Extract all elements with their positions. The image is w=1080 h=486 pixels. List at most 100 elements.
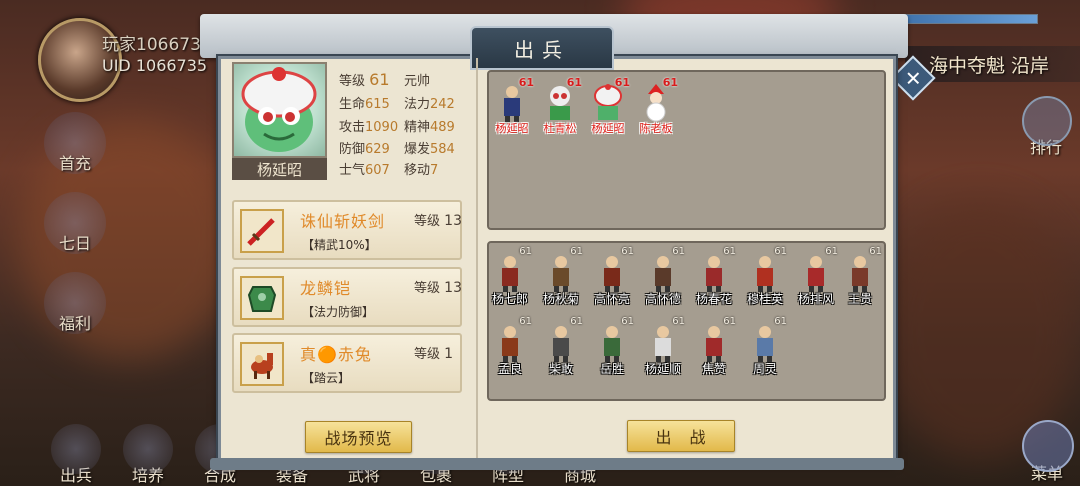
stat-spirit: 精神489: [404, 116, 455, 135]
equipment-weapon-card[interactable]: 诛仙斩妖剑 等级 13 【精武10%】: [232, 200, 462, 260]
reserve-unit[interactable]: 61 高怀德: [641, 246, 685, 306]
deploy-battle-button[interactable]: 出 战: [627, 420, 735, 452]
stat-value: 7: [430, 163, 439, 178]
equipment-armor-card[interactable]: 龙鳞铠 等级 13 【法力防御】: [232, 267, 462, 327]
stat-mana: 法力242: [404, 93, 455, 112]
battlefield-preview-button[interactable]: 战场预览: [305, 421, 412, 453]
unit-level: 61: [723, 316, 736, 327]
player-uid: UID 1066735: [102, 56, 208, 75]
unit-level: 61: [672, 316, 685, 327]
equipment-name: 真🟠赤兔: [300, 345, 372, 364]
stat-defense: 防御629: [339, 138, 390, 157]
bottom-menu-deploy[interactable]: 出兵: [44, 424, 108, 486]
welfare-label: 福利: [58, 314, 91, 333]
general-sprite: [655, 326, 671, 362]
unit-level: 61: [518, 76, 534, 89]
unit-level: 61: [774, 246, 787, 257]
equipment-level-label: 等级: [414, 347, 441, 362]
welfare-button[interactable]: 福利: [44, 272, 106, 334]
reserve-unit[interactable]: 61 杨七郎: [488, 246, 532, 306]
general-sprite: [757, 256, 773, 292]
seven-day-button[interactable]: 七日: [44, 192, 106, 254]
equipment-level: 等级 1: [414, 343, 453, 362]
general-sprite: [553, 326, 569, 362]
equipment-attribute: 【法力防御】: [302, 305, 375, 319]
general-sprite: [502, 326, 518, 362]
equipment-attribute: 【精武10%】: [302, 238, 377, 252]
stat-value: 242: [430, 97, 455, 112]
unit-level: 61: [672, 246, 685, 257]
reserve-unit[interactable]: 61 王贵: [838, 246, 882, 306]
reserve-unit[interactable]: 61 岳胜: [590, 316, 634, 376]
equipment-name: 龙鳞铠: [300, 279, 352, 298]
unit-name: 周灵: [752, 362, 777, 376]
energy-bar: [888, 14, 1038, 24]
hero-portrait[interactable]: [232, 62, 327, 158]
horse-icon: [240, 342, 284, 386]
stat-label: 生命: [339, 97, 366, 112]
close-icon: ✕: [904, 65, 922, 90]
general-sprite: [594, 84, 622, 120]
equipment-level: 等级 13: [414, 210, 462, 229]
stat-morale: 士气607: [339, 159, 390, 178]
unit-level: 61: [774, 316, 787, 327]
energy-bar-fill: [889, 15, 1037, 23]
hero-level-row: 等级 61: [339, 70, 390, 89]
seven-day-label: 七日: [58, 234, 91, 253]
unit-level: 61: [614, 76, 630, 89]
hero-rank: 元帅: [404, 74, 431, 89]
equipment-level-value: 1: [444, 346, 454, 362]
bottom-menu-cultivate[interactable]: 培养: [116, 424, 180, 486]
panel-base: [210, 458, 904, 470]
general-sprite: [706, 256, 722, 292]
stat-value: 584: [430, 142, 455, 157]
stat-value: 629: [365, 142, 390, 157]
unit-level: 61: [570, 246, 583, 257]
panel-title: 出兵: [470, 26, 614, 70]
event-banner-text: 海中夺魁 沿岸: [929, 54, 1050, 77]
general-sprite: [852, 256, 868, 292]
reserve-unit[interactable]: 61 高怀亮: [590, 246, 634, 306]
hero-level-value: 61: [369, 70, 390, 89]
general-sprite: [706, 326, 722, 362]
stat-label: 士气: [339, 163, 366, 178]
player-name: 玩家1066735: [102, 35, 212, 55]
unit-level: 61: [621, 246, 634, 257]
deployed-unit[interactable]: 61 陈老板: [634, 76, 679, 136]
reserve-unit[interactable]: 61 杨秋菊: [539, 246, 583, 306]
first-charge-button[interactable]: 首充: [44, 112, 106, 174]
unit-level: 61: [869, 246, 882, 257]
rank-button[interactable]: 排行: [1018, 96, 1074, 158]
reserve-unit[interactable]: 61 周灵: [743, 316, 787, 376]
equipment-mount-card[interactable]: 真🟠赤兔 等级 1 【踏云】: [232, 333, 462, 393]
general-sprite: [757, 326, 773, 362]
stat-label: 爆发: [404, 142, 431, 157]
deploy-icon: [51, 424, 101, 474]
stat-label: 移动: [404, 163, 431, 178]
reserve-unit[interactable]: 61 杨春花: [692, 246, 736, 306]
stat-label: 攻击: [339, 120, 366, 135]
equipment-level-label: 等级: [414, 281, 441, 296]
general-sprite: [604, 326, 620, 362]
menu-button[interactable]: 菜单: [1016, 420, 1078, 484]
reserve-unit[interactable]: 61 孟良: [488, 316, 532, 376]
reserve-unit[interactable]: 61 焦赞: [692, 316, 736, 376]
reserve-unit[interactable]: 61 柴敢: [539, 316, 583, 376]
general-sprite: [550, 86, 570, 120]
stat-value: 615: [365, 97, 390, 112]
stat-attack: 攻击1090: [339, 116, 398, 135]
unit-name: 陈老板: [639, 122, 673, 135]
stat-value: 1090: [365, 120, 399, 135]
stat-label: 精神: [404, 120, 431, 135]
reserve-unit[interactable]: 61 穆桂英: [743, 246, 787, 306]
stat-hp: 生命615: [339, 93, 390, 112]
reserve-unit[interactable]: 61 杨延顺: [641, 316, 685, 376]
unit-level: 61: [566, 76, 582, 89]
stat-burst: 爆发584: [404, 138, 455, 157]
unit-level: 61: [519, 246, 532, 257]
general-sprite: [646, 84, 666, 122]
unit-level: 61: [662, 76, 678, 89]
unit-level: 61: [570, 316, 583, 327]
general-sprite: [604, 256, 620, 292]
hero-portrait-image: [241, 67, 317, 152]
